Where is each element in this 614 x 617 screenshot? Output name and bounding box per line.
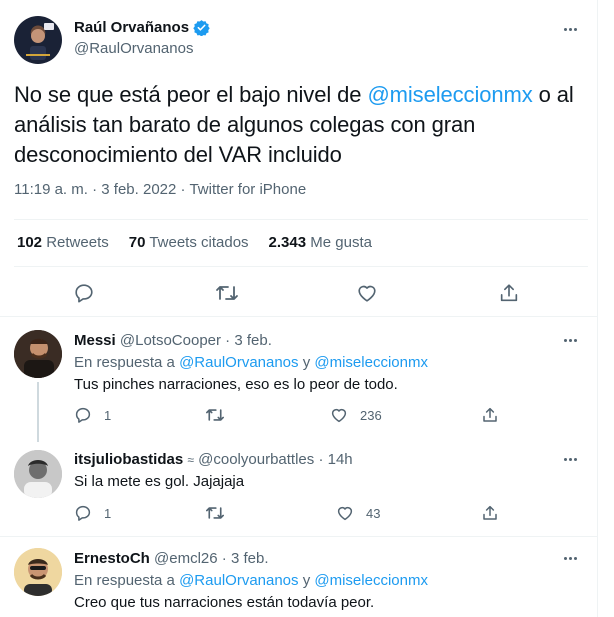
- avatar-image: [14, 330, 62, 378]
- display-name[interactable]: ErnestoCh: [74, 550, 150, 567]
- avatar[interactable]: [14, 16, 62, 64]
- share-icon: [500, 284, 518, 302]
- more-options-icon[interactable]: [559, 452, 581, 466]
- author-name[interactable]: Raúl Orvañanos: [74, 19, 210, 36]
- likes-stat[interactable]: 2.343 Me gusta: [269, 234, 372, 251]
- display-name: Raúl Orvañanos: [74, 19, 190, 36]
- more-options-icon[interactable]: [559, 22, 581, 36]
- like-count: 236: [360, 407, 382, 423]
- tweet-text: Tus pinches narraciones, eso es lo peor …: [74, 376, 398, 393]
- reply-header: ErnestoCh @emcl26 · 3 feb.: [74, 550, 269, 567]
- quotes-stat[interactable]: 70 Tweets citados: [129, 234, 249, 251]
- author-handle[interactable]: @emcl26: [154, 550, 218, 567]
- display-name[interactable]: Messi: [74, 332, 116, 349]
- reply-button[interactable]: [73, 282, 95, 304]
- reply-button[interactable]: 1: [74, 504, 111, 522]
- tweet-time[interactable]: 3 feb.: [234, 332, 272, 349]
- replying-to: En respuesta a @RaulOrvananos y @miselec…: [74, 572, 428, 589]
- tweet-text: Creo que tus narraciones están todavía p…: [74, 594, 375, 611]
- retweet-button[interactable]: [215, 282, 239, 304]
- share-icon: [483, 505, 497, 520]
- like-button[interactable]: 236: [330, 406, 382, 424]
- heart-icon: [331, 408, 347, 423]
- like-count: 43: [366, 505, 381, 521]
- heart-icon: [358, 285, 376, 302]
- avatar-image: [14, 548, 62, 596]
- reply-icon: [75, 505, 91, 521]
- tweet-text: No se que está peor el bajo nivel de @mi…: [14, 82, 574, 167]
- like-button[interactable]: [356, 282, 378, 304]
- retweet-icon: [206, 507, 224, 519]
- more-options-icon[interactable]: [559, 551, 581, 565]
- verified-badge-icon: [193, 20, 210, 36]
- avatar-image: [26, 23, 54, 60]
- tweet-meta: 11:19 a. m. · 3 feb. 2022 · Twitter for …: [14, 181, 307, 198]
- display-name[interactable]: itsjuliobastidas: [74, 451, 183, 468]
- share-button[interactable]: [498, 282, 520, 304]
- tweet-date[interactable]: 3 feb. 2022: [101, 181, 176, 198]
- retweet-icon: [216, 286, 238, 300]
- reply-header: Messi @LotsoCooper · 3 feb.: [74, 332, 272, 349]
- divider: [14, 219, 588, 220]
- retweet-button[interactable]: [205, 406, 225, 424]
- mention-link[interactable]: @miseleccionmx: [314, 572, 428, 589]
- retweet-button[interactable]: [205, 504, 225, 522]
- avatar-image: [14, 450, 62, 498]
- mention-link[interactable]: @miseleccionmx: [314, 354, 428, 371]
- share-icon: [483, 407, 497, 422]
- divider: [14, 266, 588, 267]
- mention-link[interactable]: @miseleccionmx: [367, 82, 532, 107]
- reply-icon: [75, 407, 91, 423]
- tweet-stats: 102 Retweets 70 Tweets citados 2.343 Me …: [17, 234, 372, 251]
- retweets-stat[interactable]: 102 Retweets: [17, 234, 109, 251]
- thread-line: [37, 382, 39, 442]
- share-button[interactable]: [481, 504, 499, 522]
- avatar[interactable]: [14, 330, 62, 378]
- avatar[interactable]: [14, 450, 62, 498]
- heart-icon: [337, 506, 353, 521]
- divider: [0, 536, 597, 537]
- retweet-icon: [206, 409, 224, 421]
- reply-count: 1: [104, 505, 112, 521]
- tweet-time[interactable]: 11:19 a. m.: [14, 181, 88, 198]
- reply-count: 1: [104, 407, 112, 423]
- author-handle[interactable]: @coolyourbattles: [198, 451, 314, 468]
- tweet-text: Si la mete es gol. Jajajaja: [74, 473, 245, 490]
- more-options-icon[interactable]: [559, 333, 581, 347]
- mention-link[interactable]: @RaulOrvananos: [179, 354, 298, 371]
- author-handle[interactable]: @LotsoCooper: [120, 332, 221, 349]
- author-handle[interactable]: @RaulOrvananos: [74, 40, 193, 57]
- reply-header: itsjuliobastidas ≈ @coolyourbattles · 14…: [74, 451, 353, 468]
- tweet-source[interactable]: Twitter for iPhone: [189, 181, 306, 198]
- reply-button[interactable]: 1: [74, 406, 111, 424]
- replying-to: En respuesta a @RaulOrvananos y @miselec…: [74, 354, 428, 371]
- share-button[interactable]: [481, 406, 499, 424]
- user-badge: ≈: [187, 453, 194, 467]
- avatar[interactable]: [14, 548, 62, 596]
- tweet-thread: Raúl Orvañanos @RaulOrvananos No se que …: [0, 0, 598, 617]
- reply-icon: [75, 284, 93, 303]
- tweet-time[interactable]: 3 feb.: [231, 550, 269, 567]
- like-button[interactable]: 43: [336, 504, 380, 522]
- divider: [0, 316, 597, 317]
- tweet-time[interactable]: 14h: [328, 451, 353, 468]
- mention-link[interactable]: @RaulOrvananos: [179, 572, 298, 589]
